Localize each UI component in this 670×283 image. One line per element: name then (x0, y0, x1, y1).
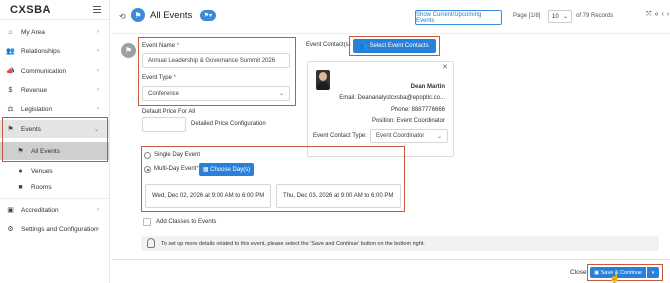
dollar-icon: $ (8, 86, 13, 94)
hamburger-menu-icon[interactable] (93, 6, 101, 13)
detailed-price-link[interactable]: Detailed Price Configuration (191, 121, 266, 127)
default-price-label: Default Price For All (142, 109, 196, 115)
gavel-icon: ⚖ (7, 106, 14, 113)
avatar (316, 70, 330, 90)
sidebar-item-label: Revenue (21, 86, 48, 94)
page-size-select[interactable]: 10 ⌄ (548, 10, 572, 23)
day-entry-1[interactable]: Wed, Dec 02, 2026 at 9:00 AM to 6:00 PM (145, 184, 271, 208)
info-bar: To set up more details related to this e… (141, 236, 659, 251)
event-type-select[interactable]: Conference ⌄ (142, 86, 290, 101)
page-indicator: Page [1/8] (513, 13, 541, 19)
lightbulb-icon (147, 238, 155, 248)
contact-position: Position: Event Coordinator (371, 118, 445, 124)
close-icon[interactable]: ✕ (442, 63, 448, 71)
sidebar-item-relationships[interactable]: 👥 Relationships › (0, 42, 109, 60)
expand-icon[interactable]: ⤧ (646, 11, 655, 18)
chevron-right-icon: › (97, 106, 99, 112)
event-form: ⚑ Event Name * Annual Leadership & Gover… (111, 35, 670, 259)
choose-days-button[interactable]: ▦ Choose Day(s) (199, 163, 254, 176)
sidebar-item-label: Accreditation (21, 206, 59, 214)
gears-icon: ⚙ (7, 226, 14, 233)
pager-arrows[interactable]: ⤧«‹›» (646, 11, 670, 19)
contact-type-select[interactable]: Event Coordinator ⌄ (370, 129, 448, 143)
close-button[interactable]: Close (570, 269, 587, 276)
show-current-events-button[interactable]: Show Current/Upcoming Events (415, 10, 502, 25)
event-name-label: Event Name * (142, 43, 180, 49)
sidebar-item-label: Venues (31, 167, 53, 175)
location-pin-icon: ● (18, 167, 23, 175)
event-contacts-label: Event Contact(s) (306, 42, 351, 48)
home-icon: ⌂ (8, 28, 13, 36)
sidebar-item-label: My Area (21, 28, 45, 36)
sidebar-item-label: Rooms (31, 183, 52, 191)
sidebar-item-label: Legislation (21, 105, 53, 113)
sidebar-item-rooms[interactable]: ■ Rooms (0, 178, 109, 196)
sidebar-item-accreditation[interactable]: ▣ Accreditation › (0, 201, 109, 219)
chevron-down-icon[interactable]: ▾ (647, 267, 659, 278)
first-page-icon[interactable]: « (655, 11, 662, 18)
default-price-input[interactable] (142, 117, 186, 132)
chevron-right-icon: › (97, 48, 99, 54)
footer: Close ▣ Save & Continue ▾ ☝ (111, 259, 670, 283)
back-icon[interactable]: ⟲ (119, 12, 126, 21)
square-icon: ■ (18, 183, 23, 191)
megaphone-icon: 📣 (6, 68, 15, 75)
records-count: of 79 Records (576, 13, 614, 19)
sidebar-item-settings[interactable]: ⚙ Settings and Configuration › (0, 220, 109, 238)
highlight-box-save: ▣ Save & Continue ▾ (587, 264, 663, 281)
calendar-icon: ▦ (202, 167, 211, 173)
contacts-icon: 👥 (360, 43, 370, 50)
highlight-box-events (2, 117, 108, 162)
sidebar-item-label: Settings and Configuration (21, 225, 98, 233)
chevron-down-icon: ⌄ (436, 133, 442, 140)
multi-day-radio[interactable] (144, 166, 151, 173)
sidebar-item-revenue[interactable]: $ Revenue › (0, 81, 109, 99)
chevron-down-icon: ⌄ (278, 91, 284, 97)
chevron-right-icon: › (97, 29, 99, 35)
day-entry-2[interactable]: Thu, Dec 03, 2026 at 9:00 AM to 6:00 PM (276, 184, 401, 208)
sidebar-item-communication[interactable]: 📣 Communication › (0, 62, 109, 80)
contact-name: Dean Martin (410, 84, 445, 90)
add-classes-checkbox[interactable] (143, 218, 151, 226)
multi-day-label: Multi-Day Event* (154, 166, 199, 172)
info-text: To set up more details related to this e… (161, 240, 425, 247)
people-icon: 👥 (6, 48, 15, 55)
sidebar-item-label: Communication (21, 67, 67, 75)
select-event-contacts-button[interactable]: 👥 Select Event Contacts (353, 39, 436, 53)
chevron-right-icon: › (97, 207, 99, 213)
page-size-value: 10 (552, 13, 559, 20)
single-day-label: Single Day Event (154, 152, 201, 158)
divider (0, 198, 109, 199)
app: CXSBA ⌂ My Area › 👥 Relationships › 📣 Co… (0, 0, 670, 283)
flag-icon: ⚑ (131, 8, 145, 22)
chevron-right-icon: › (97, 68, 99, 74)
chevron-right-icon: › (97, 226, 99, 232)
event-flag-icon: ⚑ (121, 43, 136, 58)
logo: CXSBA (10, 3, 52, 16)
chevron-right-icon: › (97, 87, 99, 93)
event-type-label: Event Type * (142, 75, 176, 81)
contact-phone: Phone: 8887776666 (390, 107, 445, 113)
single-day-radio[interactable] (144, 152, 151, 159)
contact-card: ✕ Dean Martin Email: Deananalystcxsba@ep… (307, 61, 454, 157)
hand-cursor-icon: ☝ (609, 273, 621, 283)
logo-row: CXSBA (0, 0, 109, 20)
sidebar: CXSBA ⌂ My Area › 👥 Relationships › 📣 Co… (0, 0, 110, 283)
event-name-input[interactable]: Annual Leadership & Governance Summit 20… (142, 53, 290, 68)
chevron-down-icon: ⌄ (562, 14, 568, 20)
sidebar-item-label: Relationships (21, 47, 61, 55)
contact-type-label: Event Contact Type: (313, 133, 367, 139)
sidebar-item-my-area[interactable]: ⌂ My Area › (0, 23, 109, 41)
contact-email: Email: Deananalystcxsba@epoptic.co... (339, 95, 445, 101)
title-dropdown-button[interactable]: ⚑▾ (200, 10, 216, 21)
page-header: ⟲ ⚑ All Events ⚑▾ Show Current/Upcoming … (111, 0, 670, 34)
save-icon: ▣ (593, 269, 601, 276)
add-classes-label: Add Classes to Events (156, 219, 217, 225)
sidebar-item-legislation[interactable]: ⚖ Legislation › (0, 100, 109, 118)
certificate-icon: ▣ (7, 207, 14, 214)
page-title: All Events (150, 10, 193, 21)
